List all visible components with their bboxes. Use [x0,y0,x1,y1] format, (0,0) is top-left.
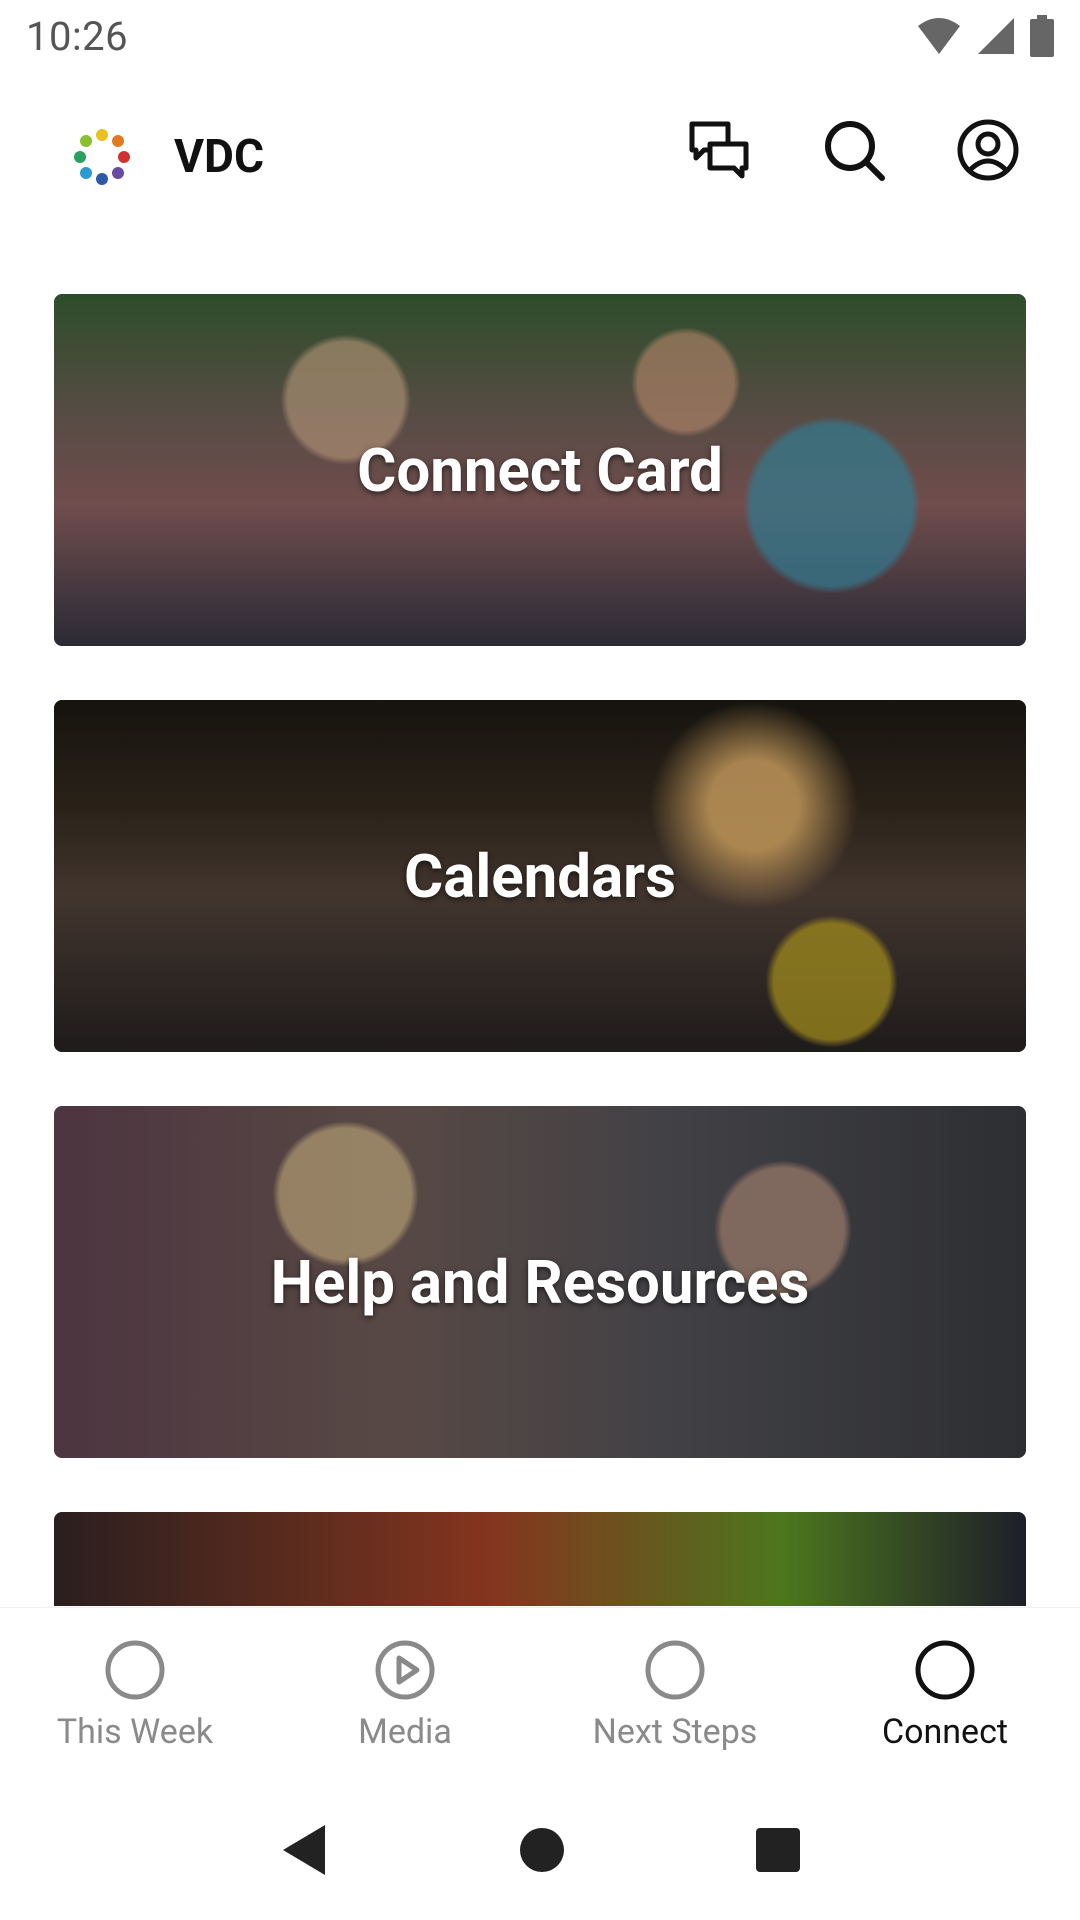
battery-icon [1030,15,1054,57]
status-time: 10:26 [26,12,129,60]
card-title: Help and Resources [270,1246,810,1318]
circle-icon [105,1640,165,1700]
status-bar: 10:26 [0,0,1080,72]
card-title: Calendars [404,840,676,912]
account-circle-icon [957,119,1019,181]
connect-card-card[interactable]: Connect Card [54,294,1026,646]
back-icon[interactable] [279,1823,329,1877]
circle-icon [645,1640,705,1700]
card-title: Connect Card [357,434,723,506]
nav-item-this-week[interactable]: This Week [0,1608,270,1760]
recents-icon[interactable] [755,1827,801,1873]
bottom-navigation: This Week Media Next Steps Connect [0,1608,1080,1760]
search-icon [825,121,885,181]
app-bar: VDC [0,110,1080,210]
app-title: VDC [174,130,265,184]
nav-item-connect[interactable]: Connect [810,1608,1080,1760]
nav-label: Next Steps [592,1712,758,1752]
nav-item-media[interactable]: Media [270,1608,540,1760]
nav-label: Media [358,1712,452,1752]
system-icons [916,15,1054,57]
app-bar-actions [688,118,1020,182]
vdc-logo-icon [74,129,130,185]
nav-item-next-steps[interactable]: Next Steps [540,1608,810,1760]
chat-button[interactable] [688,118,752,182]
system-navigation-bar [0,1780,1080,1920]
cellular-signal-icon [978,18,1014,54]
nav-label: Connect [881,1712,1009,1752]
play-circle-icon [375,1640,435,1700]
nav-label: This Week [56,1712,214,1752]
home-icon[interactable] [519,1827,565,1873]
search-button[interactable] [822,118,886,182]
partial-card[interactable] [54,1512,1026,1606]
wifi-icon [918,18,960,54]
calendars-card[interactable]: Calendars [54,700,1026,1052]
content-card-list: Connect Card Calendars Help and Resource… [54,294,1026,1606]
profile-button[interactable] [956,118,1020,182]
chat-icon [689,121,749,179]
card-image-overlay [54,1512,1026,1606]
help-and-resources-card[interactable]: Help and Resources [54,1106,1026,1458]
circle-icon [915,1640,975,1700]
